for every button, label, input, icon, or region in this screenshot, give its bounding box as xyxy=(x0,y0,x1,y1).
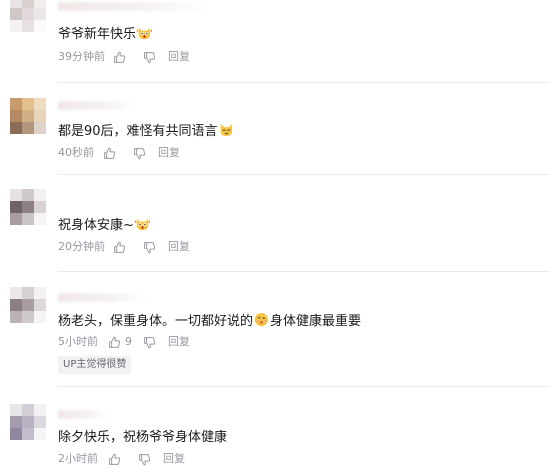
comment-meta: 40秒前 回复 xyxy=(58,146,180,160)
avatar[interactable] xyxy=(10,189,46,225)
thumbs-down-icon xyxy=(144,51,156,63)
reply-button[interactable]: 回复 xyxy=(168,50,190,64)
comment-meta: 5小时前 9 回复 xyxy=(58,335,190,349)
like-count: 9 xyxy=(125,335,132,348)
comment-time: 20分钟前 xyxy=(58,240,105,253)
surprised-cat-emoji xyxy=(134,218,150,231)
thumbs-down-icon xyxy=(144,241,156,253)
thumbs-up-icon xyxy=(114,51,126,63)
comment-meta: 2小时前 回复 xyxy=(58,452,185,466)
comment-text: 爷爷新年快乐 xyxy=(58,25,153,43)
avatar[interactable] xyxy=(10,98,46,134)
comment-text-content: 祝身体安康~ xyxy=(58,218,134,233)
thumbs-up-icon xyxy=(109,336,121,348)
up-liked-badge: UP主觉得很赞 xyxy=(58,356,132,374)
comment-time: 2小时前 xyxy=(58,452,98,465)
dislike-button[interactable] xyxy=(138,453,163,466)
reply-button[interactable]: 回复 xyxy=(158,146,180,160)
cat-face-emoji xyxy=(220,123,232,137)
username-blurred[interactable] xyxy=(58,293,148,302)
comment-text-content: 杨老头，保重身体。一切都好说的 xyxy=(58,314,254,329)
kissing-face-emoji xyxy=(254,312,269,327)
dislike-button[interactable] xyxy=(143,241,168,254)
username-blurred[interactable] xyxy=(58,101,138,110)
comment-text-content: 爷爷新年快乐 xyxy=(58,27,137,42)
like-button[interactable] xyxy=(113,241,143,254)
like-button[interactable] xyxy=(103,147,133,160)
comment-text: 杨老头，保重身体。一切都好说的 身体健康最重要 xyxy=(58,312,361,330)
comment-text-content: 除夕快乐，祝杨爷爷身体健康 xyxy=(58,430,228,445)
reply-button[interactable]: 回复 xyxy=(163,452,185,466)
thumbs-down-icon xyxy=(144,336,156,348)
dislike-button[interactable] xyxy=(143,51,168,64)
thumbs-up-icon xyxy=(104,147,116,159)
thumbs-up-icon xyxy=(114,241,126,253)
thumbs-down-icon xyxy=(139,453,151,465)
reply-button[interactable]: 回复 xyxy=(168,240,190,254)
avatar[interactable] xyxy=(10,404,46,440)
like-button[interactable]: 9 xyxy=(108,335,143,349)
divider xyxy=(58,174,550,175)
comment-text-content-end: 身体健康最重要 xyxy=(270,314,362,329)
comment-meta: 39分钟前 回复 xyxy=(58,50,190,64)
thumbs-down-icon xyxy=(134,147,146,159)
thumbs-up-icon xyxy=(109,453,121,465)
comment-text: 祝身体安康~ xyxy=(58,216,151,234)
avatar[interactable] xyxy=(10,0,46,32)
comment-text: 都是90后，难怪有共同语言 xyxy=(58,122,235,140)
username-blurred[interactable] xyxy=(58,410,108,419)
dislike-button[interactable] xyxy=(143,336,168,349)
comment-text-content: 都是90后，难怪有共同语言 xyxy=(58,124,218,139)
surprised-cat-emoji xyxy=(137,27,153,40)
comment-meta: 20分钟前 回复 xyxy=(58,240,190,254)
avatar[interactable] xyxy=(10,287,46,323)
comment-text: 除夕快乐，祝杨爷爷身体健康 xyxy=(58,429,227,447)
like-button[interactable] xyxy=(113,51,143,64)
dislike-button[interactable] xyxy=(133,147,158,160)
comment-time: 39分钟前 xyxy=(58,50,105,63)
divider xyxy=(58,271,550,272)
divider xyxy=(58,82,550,83)
comment-time: 5小时前 xyxy=(58,335,98,348)
divider xyxy=(58,386,550,387)
username-blurred[interactable] xyxy=(58,2,208,11)
reply-button[interactable]: 回复 xyxy=(168,335,190,349)
comment-time: 40秒前 xyxy=(58,146,94,159)
like-button[interactable] xyxy=(108,453,138,466)
